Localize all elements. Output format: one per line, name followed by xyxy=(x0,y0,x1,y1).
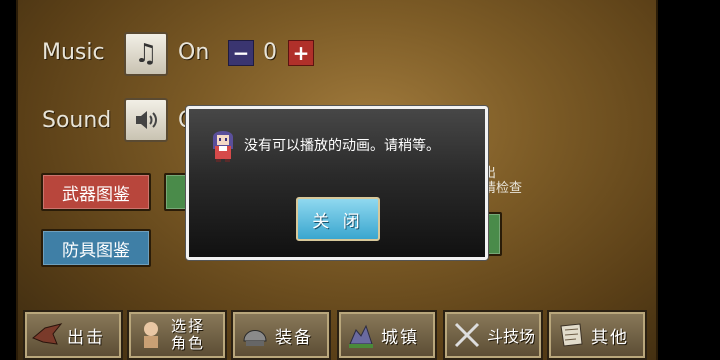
nav-sortie-label: 出击 xyxy=(67,327,105,348)
nav-arena[interactable]: 斗技场 xyxy=(443,310,543,360)
nav-town-label: 城镇 xyxy=(381,327,419,348)
music-toggle-button[interactable]: ♫ xyxy=(124,32,168,76)
helmet-icon xyxy=(239,319,271,351)
music-volume-value: 0 xyxy=(263,40,277,65)
side-note: 出 请检查 xyxy=(483,166,522,196)
music-state: On xyxy=(178,40,210,65)
nav-sortie[interactable]: 出击 xyxy=(23,310,123,360)
speaker-icon xyxy=(136,111,157,129)
nav-equip-label: 装备 xyxy=(275,327,313,348)
dialog-message: 没有可以播放的动画。请稍等。 xyxy=(244,138,440,154)
music-increase-button[interactable]: + xyxy=(288,40,314,66)
nav-town[interactable]: 城镇 xyxy=(337,310,437,360)
weapons-catalog-button[interactable]: 武器图鉴 xyxy=(41,173,151,211)
nav-select-character-line1: 选择 xyxy=(171,317,206,335)
nav-select-character-label: 选择 角色 xyxy=(171,318,205,352)
music-decrease-button[interactable]: − xyxy=(228,40,254,66)
nav-select-character[interactable]: 选择 角色 xyxy=(127,310,227,360)
hidden-green-button[interactable] xyxy=(164,173,186,211)
scroll-icon xyxy=(555,319,587,351)
nav-other[interactable]: 其他 xyxy=(547,310,647,360)
nav-other-label: 其他 xyxy=(591,327,629,348)
side-note-line1: 出 xyxy=(483,166,497,181)
music-label: Music xyxy=(42,40,105,65)
music-note-icon: ♫ xyxy=(134,39,158,69)
town-icon xyxy=(345,319,377,351)
message-dialog: 没有可以播放的动画。请稍等。 关 闭 xyxy=(186,106,488,260)
nav-arena-label: 斗技场 xyxy=(487,327,536,346)
swords-icon xyxy=(451,319,483,351)
nav-equip[interactable]: 装备 xyxy=(231,310,331,360)
nav-select-character-line2: 角色 xyxy=(171,334,206,352)
sound-toggle-button[interactable] xyxy=(124,98,168,142)
armor-catalog-button[interactable]: 防具图鉴 xyxy=(41,229,151,267)
character-avatar xyxy=(213,131,233,162)
side-note-line2: 请检查 xyxy=(483,181,523,196)
character-icon xyxy=(135,319,167,351)
bird-icon xyxy=(31,319,63,351)
sound-label: Sound xyxy=(42,108,112,133)
close-button[interactable]: 关 闭 xyxy=(296,197,380,241)
